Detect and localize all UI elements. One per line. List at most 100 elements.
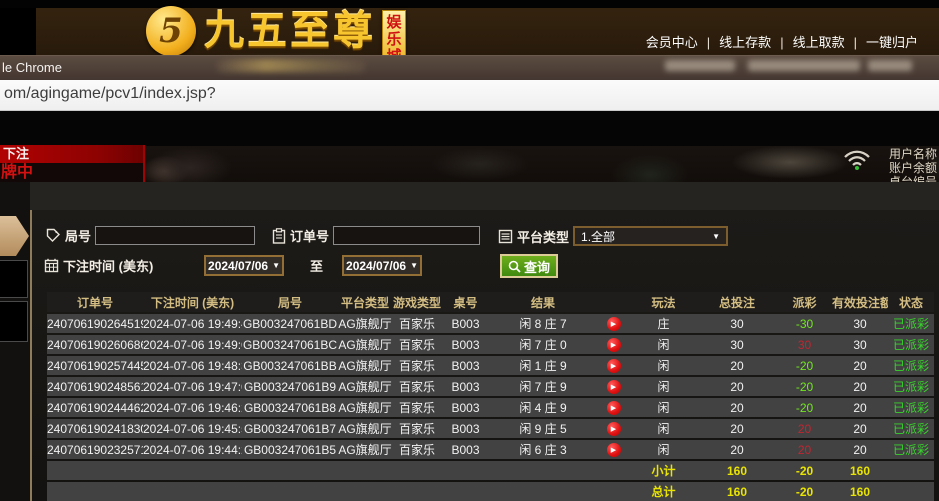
screen: 5 九五至尊 娱乐城 会员中心|线上存款|线上取款|一键归户 le Chrome… — [0, 0, 939, 501]
wifi-icon — [843, 149, 871, 171]
logo-circle-icon: 5 — [146, 6, 196, 56]
cell-valid-bet: 20 — [832, 398, 888, 417]
collapse-arrow-tab[interactable] — [0, 216, 29, 256]
browser-window-title: le Chrome — [2, 60, 62, 75]
play-video-button[interactable]: ▶ — [607, 338, 621, 352]
site-header: 5 九五至尊 娱乐城 会员中心|线上存款|线上取款|一键归户 — [0, 8, 939, 55]
cell-bet-time: 2024-07-06 19:49:46 — [143, 314, 242, 333]
cell-game-type: 百家乐 — [392, 377, 442, 396]
play-video-button[interactable]: ▶ — [607, 359, 621, 373]
table-row: 240706190257445 2024-07-06 19:48:31 GB00… — [47, 356, 934, 375]
cell-play-type: 闲 — [630, 398, 697, 417]
play-video-button[interactable]: ▶ — [607, 422, 621, 436]
live-video-strip: 下注 牌中 用户名称 账户余额 桌台编号 — [0, 111, 939, 182]
cell-platform: AG旗舰厅 — [338, 440, 392, 459]
browser-window-bar: le Chrome — [0, 55, 939, 80]
cell-video: ▶ — [597, 314, 630, 333]
cell-order-no: 240706190232571 — [47, 440, 143, 459]
cell-play-type: 闲 — [630, 356, 697, 375]
cell-play-type: 庄 — [630, 314, 697, 333]
col-platform: 平台类型 — [338, 292, 392, 312]
play-video-button[interactable]: ▶ — [607, 401, 621, 415]
cell-total-bet: 20 — [697, 377, 777, 396]
platform-filter: 平台类型 1.全部 ▼ — [498, 226, 728, 246]
browser-url-bar[interactable]: om/agingame/pcv1/index.jsp? — [0, 80, 939, 111]
nav-online-deposit[interactable]: 线上存款 — [719, 35, 771, 50]
cell-total-bet: 20 — [697, 419, 777, 438]
date-from-wrap: 2024/07/06 ▼ — [204, 255, 284, 276]
header-corner — [0, 8, 36, 55]
col-result: 结果 — [489, 292, 597, 312]
col-payout: 派彩 — [777, 292, 832, 312]
table-row: 240706190260686 2024-07-06 19:49:07 GB00… — [47, 335, 934, 354]
nav-online-withdraw[interactable]: 线上取款 — [793, 35, 845, 50]
cell-table-no: B003 — [442, 314, 489, 333]
nav-separator: | — [780, 35, 783, 50]
col-valid-bet: 有效投注额 — [832, 292, 888, 312]
cell-round-no: GB003247061BC — [242, 335, 338, 354]
cell-round-no: GB003247061B5 — [242, 440, 338, 459]
top-strip — [0, 0, 939, 8]
cell-order-no: 240706190257445 — [47, 356, 143, 375]
subtotal-status-spacer — [888, 461, 934, 480]
platform-label: 平台类型 — [517, 227, 569, 246]
lower-page: 局号 订单号 平台类型 — [0, 182, 939, 501]
cell-table-no: B003 — [442, 377, 489, 396]
cell-video: ▶ — [597, 377, 630, 396]
order-no-input[interactable] — [333, 226, 480, 245]
cell-bet-time: 2024-07-06 19:47:05 — [143, 377, 242, 396]
search-button[interactable]: 查询 — [500, 254, 558, 278]
col-round-no: 局号 — [242, 292, 338, 312]
cell-video: ▶ — [597, 335, 630, 354]
cell-payout: -20 — [777, 356, 832, 375]
cell-bet-time: 2024-07-06 19:49:07 — [143, 335, 242, 354]
platform-select[interactable]: 1.全部 ▼ — [573, 226, 728, 246]
nav-one-key-transfer[interactable]: 一键归户 — [866, 35, 918, 50]
col-bet-time: 下注时间 (美东) — [143, 292, 242, 312]
cell-table-no: B003 — [442, 335, 489, 354]
cell-round-no: GB003247061BB — [242, 356, 338, 375]
play-video-button[interactable]: ▶ — [607, 380, 621, 394]
cell-payout: 30 — [777, 335, 832, 354]
cell-table-no: B003 — [442, 356, 489, 375]
cell-table-no: B003 — [442, 440, 489, 459]
col-video — [597, 292, 630, 312]
date-from-picker[interactable]: 2024/07/06 ▼ — [204, 255, 284, 276]
cell-play-type: 闲 — [630, 419, 697, 438]
cell-result: 闲 4 庄 9 — [489, 398, 597, 417]
cell-platform: AG旗舰厅 — [338, 335, 392, 354]
cell-game-type: 百家乐 — [392, 419, 442, 438]
cell-status: 已派彩 — [888, 377, 934, 396]
cell-game-type: 百家乐 — [392, 440, 442, 459]
subtotal-valid-bet: 160 — [832, 461, 888, 480]
table-row: 240706190232571 2024-07-06 19:44:25 GB00… — [47, 440, 934, 459]
total-label: 总计 — [630, 482, 697, 501]
col-status: 状态 — [888, 292, 934, 312]
chevron-down-icon: ▼ — [272, 261, 280, 270]
rail-slot — [0, 260, 28, 298]
bet-record-table: 订单号 下注时间 (美东) 局号 平台类型 游戏类型 桌号 结果 玩法 总投注 … — [47, 290, 934, 501]
cell-order-no: 240706190244462 — [47, 398, 143, 417]
search-icon — [508, 260, 521, 273]
cell-status: 已派彩 — [888, 314, 934, 333]
play-video-button[interactable]: ▶ — [607, 443, 621, 457]
cell-valid-bet: 20 — [832, 419, 888, 438]
order-no-label: 订单号 — [290, 226, 329, 245]
date-to-picker[interactable]: 2024/07/06 ▼ — [342, 255, 422, 276]
to-label: 至 — [310, 256, 323, 275]
chevron-down-icon: ▼ — [410, 261, 418, 270]
date-to-separator: 至 — [310, 256, 323, 275]
cell-order-no: 240706190264519 — [47, 314, 143, 333]
blurred-account-info — [868, 60, 912, 71]
url-text[interactable]: om/agingame/pcv1/index.jsp? — [4, 85, 216, 103]
date-from-value: 2024/07/06 — [208, 259, 268, 273]
cell-total-bet: 20 — [697, 398, 777, 417]
play-video-button[interactable]: ▶ — [607, 317, 621, 331]
round-no-input[interactable] — [95, 226, 255, 245]
cell-video: ▶ — [597, 419, 630, 438]
cell-platform: AG旗舰厅 — [338, 314, 392, 333]
nav-member-center[interactable]: 会员中心 — [646, 35, 698, 50]
cell-payout: 20 — [777, 419, 832, 438]
search-button-label: 查询 — [524, 257, 550, 276]
subtotal-row: 小计 160 -20 160 — [47, 461, 934, 480]
